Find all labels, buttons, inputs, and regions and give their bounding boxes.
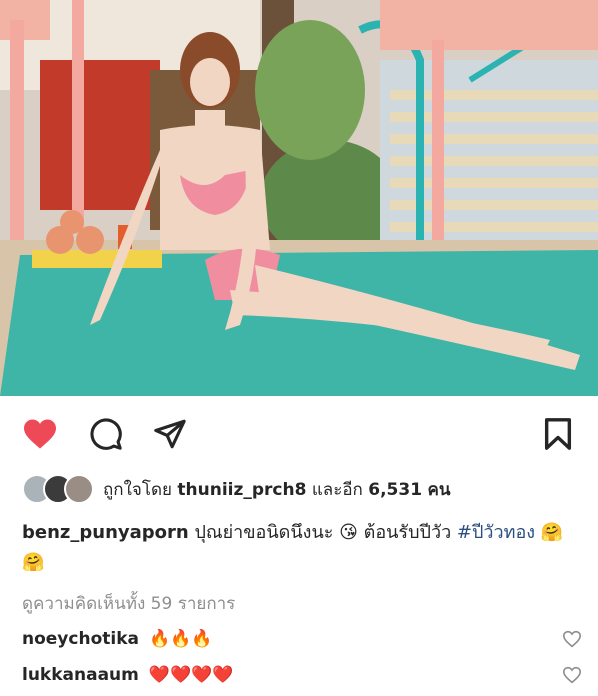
liked-by-and-others: และอีก [311,479,363,500]
comment-text: ❤️❤️❤️❤️ [148,665,234,685]
liked-by-prefix: ถูกใจโดย [103,479,172,500]
liker-avatars [22,474,94,504]
caption-text: ปุณย่าขอนิดนึงนะ 😘 ต้อนรับปีวัว [194,522,452,543]
liked-by-username[interactable]: thuniiz_prch8 [177,480,306,500]
share-button[interactable] [150,414,190,454]
comment-like-heart-icon[interactable] [562,630,582,648]
comment-username[interactable]: lukkanaaum [22,665,139,685]
caption-username[interactable]: benz_punyaporn [22,522,189,543]
bookmark-icon [544,418,572,450]
heart-icon [24,419,56,449]
likes-unit[interactable]: คน [427,480,450,500]
likes-text: ถูกใจโดย thuniiz_prch8 และอีก 6,531 คน [103,476,450,503]
comment-icon [90,418,122,450]
paper-plane-icon [154,419,186,449]
comment-like-heart-icon[interactable] [562,666,582,684]
view-all-comments-link[interactable]: ดูความคิดเห็นทั้ง 59 รายการ [22,590,235,617]
post-photo-image [0,0,598,396]
caption-hashtag[interactable]: #ปีวัวทอง [457,522,535,543]
comment-row: lukkanaaum ❤️❤️❤️❤️ [22,660,582,690]
post-caption: benz_punyaporn ปุณย่าขอนิดนึงนะ 😘 ต้อนรั… [22,518,582,578]
action-bar [0,400,598,466]
likes-summary: ถูกใจโดย thuniiz_prch8 และอีก 6,531 คน [22,474,450,504]
comment-button[interactable] [86,414,126,454]
avatar[interactable] [64,474,94,504]
save-button[interactable] [538,414,578,454]
like-button[interactable] [20,414,60,454]
post-photo[interactable] [0,0,598,396]
comment-row: noeychotika 🔥🔥🔥 [22,624,582,654]
likes-count[interactable]: 6,531 [368,480,422,500]
comment-username[interactable]: noeychotika [22,629,139,649]
comment-text: 🔥🔥🔥 [148,629,213,649]
